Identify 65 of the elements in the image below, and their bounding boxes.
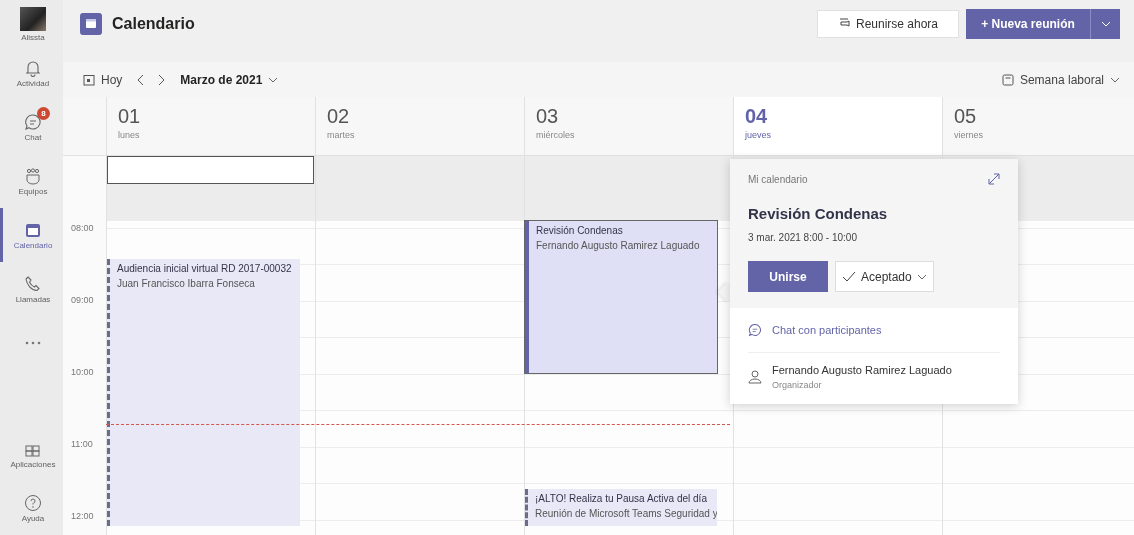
weekday-label: viernes — [954, 130, 984, 140]
unread-badge: 8 — [37, 106, 50, 120]
day-number: 01 — [118, 105, 142, 128]
help-icon — [24, 493, 42, 512]
today-button[interactable]: Hoy — [83, 72, 123, 87]
day-header[interactable]: 01 lunes — [106, 97, 315, 155]
new-meeting-button[interactable]: + Nueva reunión — [966, 9, 1090, 39]
calendar-event[interactable]: Revisión Condenas Fernando Augusto Ramirez Laguado — [525, 221, 717, 373]
weekday-label: miércoles — [536, 130, 576, 140]
event-title: Revisión Condenas — [748, 205, 889, 222]
day-number: 02 — [327, 105, 351, 128]
hour-label: 08:00 — [70, 223, 95, 235]
rail-tab[interactable]: Aplicaciones — [0, 427, 63, 481]
day-header[interactable]: 05 viernes — [942, 97, 1134, 155]
chevron-down-icon — [1110, 76, 1120, 83]
day-number: 05 — [954, 105, 978, 128]
expand-icon[interactable] — [988, 173, 1000, 185]
people-icon — [24, 166, 42, 185]
hour-label: 11:00 — [70, 439, 94, 451]
chevron-right-icon[interactable] — [158, 73, 167, 86]
checkmark-icon — [842, 270, 856, 283]
weekday-label: lunes — [118, 130, 141, 140]
calendar-event[interactable]: ¡ALTO! Realiza tu Pausa Activa del día Reunión de Microsoft Teams Seguridad y — [525, 489, 717, 526]
calendar-event[interactable]: Audiencia inicial virtual RD 2017-00032 Juan Francisco Ibarra Fonseca — [107, 259, 300, 526]
phone-icon — [24, 274, 42, 293]
day-header[interactable]: 02 martes — [315, 97, 524, 155]
weekday-label: jueves — [745, 130, 772, 140]
rail-tab[interactable]: Equipos — [0, 154, 63, 208]
chevron-down-icon — [1100, 21, 1111, 27]
page-title: Calendario — [112, 15, 195, 33]
hour-label: 09:00 — [70, 295, 95, 307]
person-icon — [748, 369, 762, 385]
day-number: 03 — [536, 105, 560, 128]
rail-tab[interactable]: 8 Chat — [0, 100, 63, 154]
join-button[interactable]: Unirse — [748, 261, 828, 292]
day-number: 04 — [745, 105, 769, 128]
profile-label: Alissta — [21, 32, 45, 42]
meet-now-button[interactable]: Reunirse ahora — [817, 10, 959, 38]
chat-icon — [748, 323, 762, 337]
more-icon — [25, 341, 41, 345]
calendar-icon — [1001, 73, 1014, 86]
response-dropdown[interactable]: Aceptado — [835, 261, 934, 292]
event-time: 3 mar. 2021 8:00 - 10:00 — [748, 232, 858, 243]
weekday-label: martes — [327, 130, 356, 140]
organizer-name: Fernando Augusto Ramirez Laguado — [772, 364, 952, 376]
chat-icon — [24, 112, 42, 131]
rail-tab[interactable]: Llamadas — [0, 262, 63, 316]
bell-icon — [24, 58, 42, 77]
chevron-left-icon[interactable] — [136, 73, 145, 86]
calendar-icon — [80, 13, 102, 35]
month-picker[interactable]: Marzo de 2021 — [180, 72, 279, 87]
rail-tab[interactable]: Actividad — [0, 46, 63, 100]
chevron-down-icon — [916, 273, 927, 280]
day-header[interactable]: 04 jueves — [733, 97, 942, 155]
avatar-placeholder[interactable] — [20, 6, 46, 31]
organizer-role: Organizador — [772, 380, 823, 390]
calendar-name: Mi calendario — [748, 173, 808, 185]
view-picker[interactable]: Semana laboral — [1001, 72, 1120, 87]
rail-tab[interactable]: Ayuda — [0, 481, 63, 535]
hour-label: 10:00 — [70, 367, 95, 379]
hour-label: 12:00 — [70, 511, 95, 523]
calendar-event[interactable] — [107, 156, 314, 184]
chevron-down-icon — [268, 76, 279, 83]
chat-link[interactable]: Chat con participantes — [748, 308, 1000, 353]
calendar-icon — [83, 73, 95, 86]
